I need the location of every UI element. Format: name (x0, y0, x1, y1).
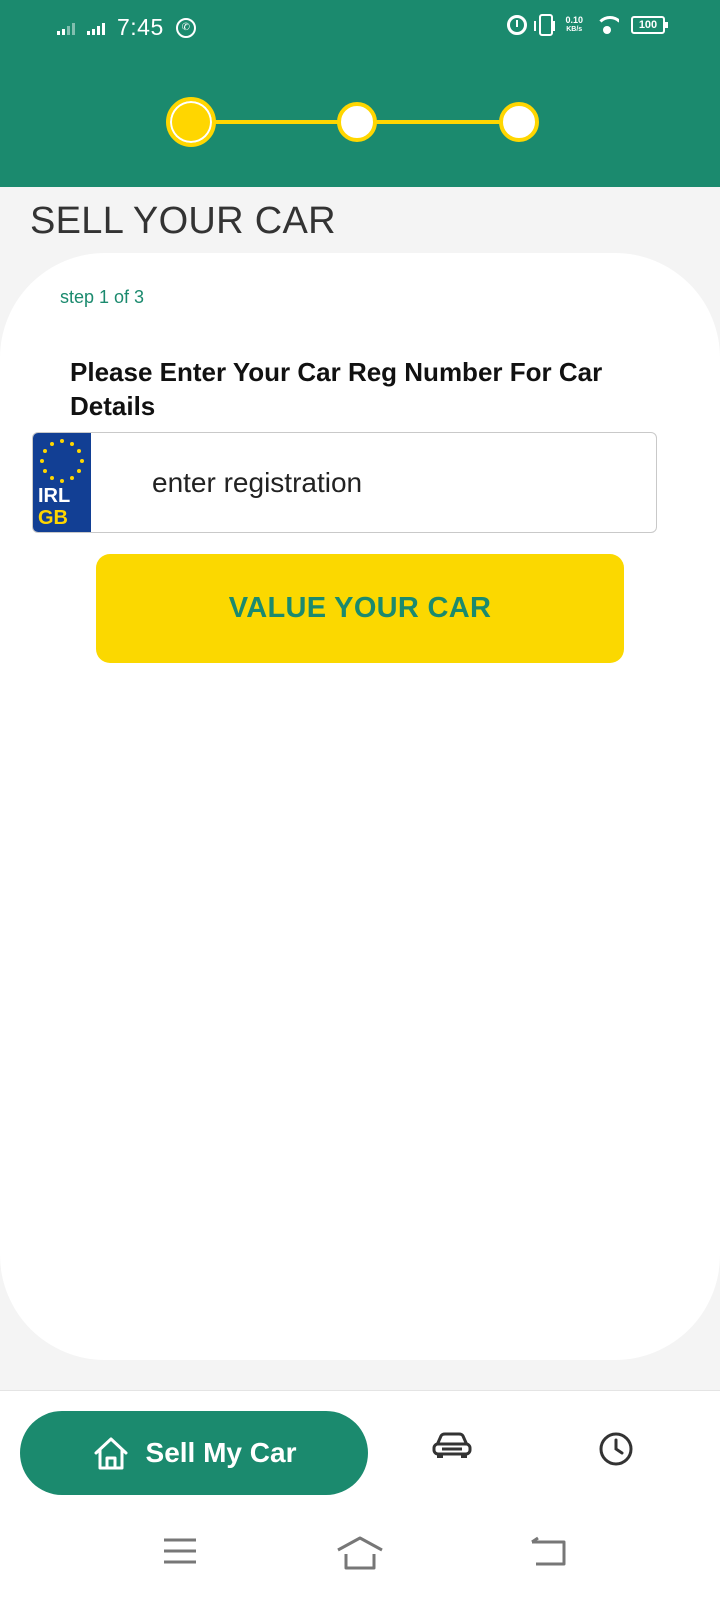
registration-input[interactable] (91, 433, 656, 532)
app-header: 7:45 ✆ 0.10 KB/s 100 (0, 0, 720, 187)
signal-icon-sim2 (87, 21, 107, 35)
alarm-icon (507, 15, 528, 35)
vibrate-icon (534, 14, 556, 36)
eu-plate-badge: IRL GB (33, 433, 91, 532)
net-speed-unit: KB/s (566, 26, 583, 33)
bottom-navigation: Sell My Car (0, 1390, 720, 1508)
instruction-text: Please Enter Your Car Reg Number For Car… (70, 357, 603, 421)
net-speed: 0.10 KB/s (565, 16, 583, 34)
value-your-car-button[interactable]: VALUE YOUR CAR (96, 554, 624, 663)
signal-icon-sim1 (57, 21, 77, 35)
status-time: 7:45 (117, 14, 164, 40)
battery-icon: 100 (631, 16, 668, 34)
menu-icon[interactable] (162, 1536, 198, 1566)
net-speed-value: 0.10 (565, 15, 583, 25)
nav-history[interactable] (598, 1431, 634, 1472)
step-counter: step 1 of 3 (60, 287, 145, 307)
progress-stepper (166, 97, 549, 147)
clock-icon (599, 1432, 633, 1466)
system-navigation-bar (0, 1508, 720, 1600)
status-bar: 7:45 ✆ 0.10 KB/s 100 (0, 0, 720, 58)
whatsapp-icon: ✆ (175, 17, 196, 38)
status-right: 0.10 KB/s 100 (495, 14, 668, 36)
home-button-icon[interactable] (336, 1536, 384, 1570)
status-left: 7:45 ✆ (57, 14, 196, 41)
nav-sell-my-car[interactable]: Sell My Car (20, 1411, 368, 1495)
car-icon (432, 1432, 472, 1458)
step-3-indicator (499, 102, 539, 142)
registration-field[interactable]: IRL GB (32, 432, 657, 533)
eu-stars-icon (40, 439, 84, 483)
nav-sell-my-car-label: Sell My Car (145, 1437, 297, 1468)
wifi-icon (595, 16, 619, 34)
nav-cars[interactable] (432, 1431, 472, 1464)
page-title: SELL YOUR CAR (30, 200, 336, 242)
battery-level: 100 (638, 19, 658, 31)
plate-country-irl: IRL (38, 485, 71, 507)
plate-country-gb: GB (38, 507, 68, 529)
step-2-indicator (337, 102, 377, 142)
step-1-indicator (166, 97, 216, 147)
home-icon (94, 1437, 128, 1470)
back-icon[interactable] (530, 1536, 568, 1566)
